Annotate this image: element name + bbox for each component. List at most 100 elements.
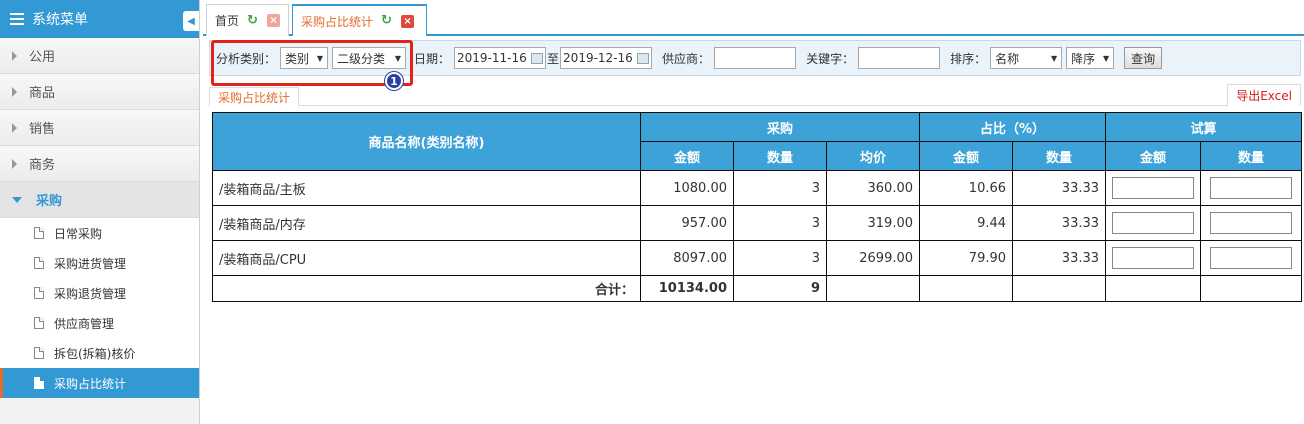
total-empty-cell — [1012, 275, 1107, 302]
category-level-select[interactable]: 二级分类 ▼ — [332, 47, 407, 69]
select-value: 二级分类 — [337, 51, 386, 66]
col-header-trial: 试算 — [1105, 112, 1303, 142]
cell-name: /装箱商品/主板 — [212, 170, 641, 206]
date-end-input[interactable]: 2019-12-16 — [560, 47, 653, 69]
tab-label: 首页 — [215, 14, 240, 28]
date-start-input[interactable]: 2019-11-16 — [454, 47, 547, 69]
sidebar-item-label: 供应商管理 — [54, 316, 115, 331]
sidebar-item-purchase-in[interactable]: 采购进货管理 — [0, 248, 199, 278]
table-total-row: 合计： 10134.00 9 — [212, 275, 1303, 302]
col-header-purchase: 采购 — [639, 112, 921, 142]
cell-ratio-qty: 33.33 — [1012, 205, 1107, 241]
nav-group-goods[interactable]: 商品 — [0, 74, 199, 110]
cell-trial-amount — [1105, 240, 1202, 276]
refresh-icon[interactable]: ↻ — [247, 13, 261, 28]
annotation-step-badge: 1 — [385, 72, 403, 90]
purchase-ratio-table: 商品名称(类别名称) 采购 占比（%） 试算 金额 数量 均价 金额 数量 金额… — [212, 112, 1303, 302]
cell-amount: 957.00 — [640, 205, 734, 241]
caret-down-icon — [12, 196, 22, 203]
main-content: 首页 ↻ × 采购占比统计 ↻ × 分析类别： 类别 ▼ 二级分类 ▼ 日期： … — [203, 0, 1304, 424]
nav-group-sales[interactable]: 销售 — [0, 110, 199, 146]
nav-group-label: 商务 — [29, 158, 56, 173]
sort-field-select[interactable]: 名称 ▼ — [990, 47, 1063, 69]
cell-amount: 1080.00 — [640, 170, 734, 206]
list-menu-icon — [10, 13, 24, 25]
sidebar-item-label: 拆包(拆箱)核价 — [54, 346, 136, 361]
sidebar-item-supplier[interactable]: 供应商管理 — [0, 308, 199, 338]
sidebar-item-purchase-return[interactable]: 采购退货管理 — [0, 278, 199, 308]
caret-right-icon — [12, 86, 17, 97]
close-icon[interactable]: × — [267, 14, 281, 27]
sidebar-item-daily-purchase[interactable]: 日常采购 — [0, 218, 199, 248]
calendar-icon[interactable] — [531, 52, 544, 64]
sidebar-title: 系统菜单 — [32, 12, 88, 28]
trial-amount-input[interactable] — [1112, 247, 1195, 269]
tab-purchase-ratio-result[interactable]: 采购占比统计 — [209, 87, 300, 107]
col-header-name: 商品名称(类别名称) — [212, 112, 641, 171]
document-icon — [34, 287, 44, 299]
close-icon[interactable]: × — [401, 14, 415, 28]
caret-right-icon — [12, 158, 17, 169]
dropdown-arrow-icon: ▼ — [316, 53, 324, 63]
col-header-trial-amount: 金额 — [1105, 141, 1202, 171]
nav-group-label: 商品 — [29, 86, 56, 101]
total-amount: 10134.00 — [640, 275, 734, 302]
tab-home[interactable]: 首页 ↻ × — [206, 4, 289, 36]
date-label: 日期： — [414, 51, 451, 66]
cell-avg-price: 319.00 — [825, 205, 921, 241]
document-icon — [34, 227, 44, 239]
supplier-label: 供应商： — [662, 51, 711, 66]
cell-trial-amount — [1105, 170, 1202, 206]
cell-qty: 3 — [733, 170, 827, 206]
cell-name: /装箱商品/CPU — [212, 240, 641, 276]
analysis-type-label: 分析类别： — [216, 51, 277, 66]
caret-right-icon — [12, 50, 17, 61]
tab-bar: 首页 ↻ × 采购占比统计 ↻ × — [203, 0, 1304, 36]
document-icon — [34, 317, 44, 329]
dropdown-arrow-icon: ▼ — [1050, 53, 1058, 63]
export-excel-button[interactable]: 导出Excel — [1227, 84, 1301, 106]
table-row: /装箱商品/内存 957.00 3 319.00 9.44 33.33 — [212, 205, 1303, 241]
document-icon — [34, 377, 44, 389]
dropdown-arrow-icon: ▼ — [1102, 53, 1110, 63]
analysis-type-select[interactable]: 类别 ▼ — [280, 47, 329, 69]
cell-ratio-amount: 79.90 — [919, 240, 1014, 276]
calendar-icon[interactable] — [637, 52, 650, 64]
date-separator: 至 — [547, 51, 560, 66]
col-header-amount: 金额 — [640, 141, 734, 171]
trial-qty-input[interactable] — [1210, 212, 1293, 234]
cell-amount: 8097.00 — [640, 240, 734, 276]
nav-group-purchase[interactable]: 采购 — [0, 182, 199, 218]
sidebar-item-purchase-ratio[interactable]: 采购占比统计 — [0, 368, 199, 398]
collapse-sidebar-icon[interactable]: ◀ — [183, 11, 199, 31]
sort-order-select[interactable]: 降序 ▼ — [1066, 47, 1115, 69]
cell-ratio-qty: 33.33 — [1012, 170, 1107, 206]
col-header-ratio: 占比（%） — [919, 112, 1107, 142]
trial-amount-input[interactable] — [1112, 212, 1195, 234]
date-value: 2019-11-16 — [457, 51, 527, 65]
sidebar-item-label: 采购退货管理 — [54, 286, 127, 301]
total-empty-cell — [1200, 275, 1303, 302]
cell-trial-amount — [1105, 205, 1202, 241]
col-header-ratio-qty: 数量 — [1012, 141, 1107, 171]
cell-trial-qty — [1200, 240, 1303, 276]
sidebar-item-unpack-price[interactable]: 拆包(拆箱)核价 — [0, 338, 199, 368]
nav-group-common[interactable]: 公用 — [0, 38, 199, 74]
supplier-input[interactable] — [714, 47, 797, 69]
cell-qty: 3 — [733, 240, 827, 276]
trial-amount-input[interactable] — [1112, 177, 1195, 199]
sort-label: 排序： — [950, 51, 987, 66]
trial-qty-input[interactable] — [1210, 247, 1293, 269]
sidebar-item-label: 日常采购 — [54, 226, 103, 241]
cell-avg-price: 2699.00 — [825, 240, 921, 276]
keyword-input[interactable] — [858, 47, 941, 69]
trial-qty-input[interactable] — [1210, 177, 1293, 199]
query-button[interactable]: 查询 — [1124, 47, 1163, 69]
cell-ratio-qty: 33.33 — [1012, 240, 1107, 276]
tab-purchase-ratio[interactable]: 采购占比统计 ↻ × — [292, 4, 427, 36]
nav-group-business[interactable]: 商务 — [0, 146, 199, 182]
refresh-icon[interactable]: ↻ — [381, 14, 395, 28]
col-header-qty: 数量 — [733, 141, 827, 171]
select-value: 名称 — [995, 51, 1020, 66]
col-header-trial-qty: 数量 — [1200, 141, 1303, 171]
